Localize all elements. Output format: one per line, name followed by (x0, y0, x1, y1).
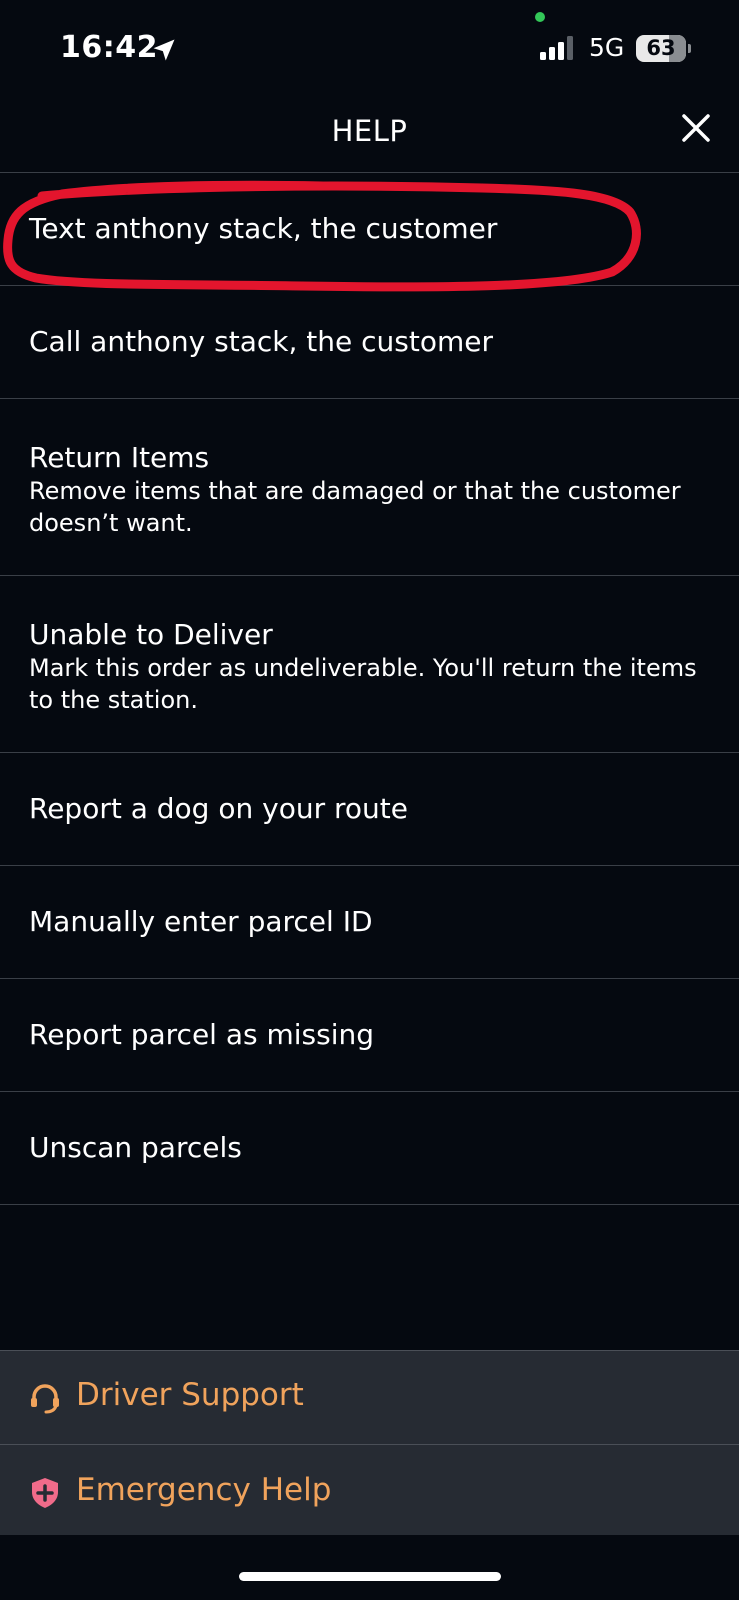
menu-item-call-customer[interactable]: Call anthony stack, the customer (0, 286, 739, 399)
menu-item-report-dog[interactable]: Report a dog on your route (0, 753, 739, 866)
shield-plus-icon (32, 1478, 58, 1508)
menu-item-return-items[interactable]: Return Items Remove items that are damag… (0, 399, 739, 576)
menu-item-report-missing[interactable]: Report parcel as missing (0, 979, 739, 1092)
menu-item-text-customer[interactable]: Text anthony stack, the customer (0, 173, 739, 286)
menu-item-unscan-parcels[interactable]: Unscan parcels (0, 1092, 739, 1205)
menu-item-unable-to-deliver[interactable]: Unable to Deliver Mark this order as und… (0, 576, 739, 753)
menu-item-label: Report a dog on your route (29, 792, 408, 825)
menu-item-label: Unable to Deliver (29, 618, 273, 651)
menu-item-enter-parcel-id[interactable]: Manually enter parcel ID (0, 866, 739, 979)
battery-icon: 63 (636, 35, 686, 62)
menu-item-description: Mark this order as undeliverable. You'll… (29, 654, 697, 714)
status-time: 16:42 (60, 30, 158, 65)
location-arrow-icon (153, 39, 175, 61)
menu-item-label: Call anthony stack, the customer (29, 325, 493, 358)
status-bar: 16:42 5G 63 (0, 0, 739, 100)
battery-cap (688, 44, 691, 53)
emergency-help-label: Emergency Help (76, 1472, 332, 1508)
menu-item-label: Return Items (29, 441, 210, 474)
emergency-help-button[interactable]: Emergency Help (0, 1446, 739, 1540)
header: HELP (0, 100, 739, 173)
menu-item-label: Text anthony stack, the customer (29, 212, 498, 245)
driver-support-label: Driver Support (76, 1377, 304, 1413)
menu-item-label: Unscan parcels (29, 1131, 242, 1164)
menu-item-label: Report parcel as missing (29, 1018, 375, 1051)
camera-indicator-dot (535, 12, 545, 22)
driver-support-button[interactable]: Driver Support (0, 1351, 739, 1445)
headset-icon (31, 1384, 59, 1414)
close-icon[interactable] (676, 108, 716, 148)
home-indicator[interactable] (239, 1572, 501, 1581)
network-type: 5G (589, 33, 625, 62)
menu-item-label: Manually enter parcel ID (29, 905, 373, 938)
menu-item-description: Remove items that are damaged or that th… (29, 477, 681, 537)
home-indicator-area (0, 1535, 739, 1600)
page-title: HELP (331, 114, 408, 148)
cellular-signal-icon (540, 36, 576, 60)
battery-percentage: 63 (646, 36, 676, 60)
help-menu: Text anthony stack, the customer Call an… (0, 173, 739, 1205)
